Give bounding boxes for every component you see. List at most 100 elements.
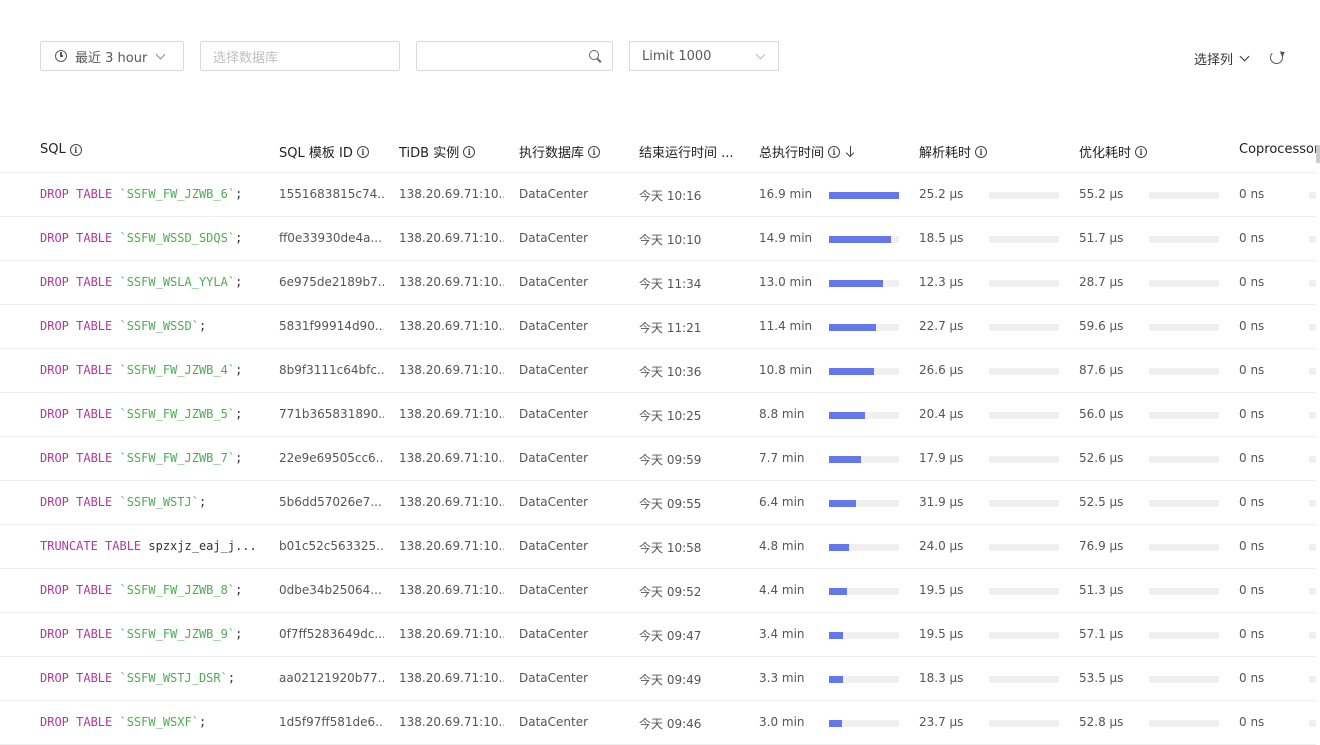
table-row[interactable]: DROP TABLE `SSFW_FW_JZWB_5`; 771b36583189… (0, 393, 1316, 437)
info-icon[interactable] (588, 145, 601, 158)
table-row[interactable]: DROP TABLE `SSFW_WSSD`; 5831f99914d90... 1… (0, 305, 1316, 349)
sql-terminator: ; (235, 583, 243, 597)
time-range-picker[interactable]: 最近 3 hour (40, 41, 184, 71)
sql-text[interactable]: DROP TABLE `SSFW_WSXF`; (40, 715, 265, 729)
end-time-cell: 今天 11:21 (639, 321, 702, 335)
total-time-cell: 16.9 min (759, 187, 813, 201)
sql-keyword: DROP TABLE (40, 319, 120, 333)
sql-table-name: `SSFW_WSSD_SDQS` (119, 231, 236, 245)
sql-text[interactable]: DROP TABLE `SSFW_WSTJ_DSR`; (40, 671, 265, 685)
digest-cell: 0f7ff5283649dc... (279, 627, 384, 641)
optimize-time-cell: 87.6 μs (1079, 363, 1124, 377)
digest-cell: 0dbe34b25064... (279, 583, 382, 597)
scrollbar[interactable] (1316, 145, 1320, 163)
coprocessor-bar (1309, 588, 1316, 595)
parse-time-cell: 18.3 μs (919, 671, 964, 685)
coprocessor-bar (1309, 368, 1316, 375)
column-header-parse-time[interactable]: 解析耗时 (919, 142, 988, 161)
sql-text[interactable]: DROP TABLE `SSFW_FW_JZWB_5`; (40, 407, 265, 421)
column-header-total-time[interactable]: 总执行时间 (759, 142, 854, 161)
search-input[interactable] (416, 41, 613, 71)
end-time-cell: 今天 10:10 (639, 233, 702, 247)
parse-time-bar (989, 412, 1059, 419)
table-row[interactable]: DROP TABLE `SSFW_WSSD_SDQS`; ff0e33930de4… (0, 217, 1316, 261)
parse-time-bar (989, 192, 1059, 199)
sql-text[interactable]: DROP TABLE `SSFW_FW_JZWB_6`; (40, 187, 265, 201)
table-row[interactable]: DROP TABLE `SSFW_WSTJ`; 5b6dd57026e7... 13… (0, 481, 1316, 525)
info-icon[interactable] (356, 145, 369, 158)
table-row[interactable]: DROP TABLE `SSFW_FW_JZWB_8`; 0dbe34b25064… (0, 569, 1316, 613)
column-header-end-time[interactable]: 结束运行时间 ... (639, 142, 749, 161)
column-header-instance[interactable]: TiDB 实例 (399, 142, 476, 161)
table-header: SQL SQL 模板 ID TiDB 实例 执行数据库 结束运行时间 ... 总… (0, 128, 1316, 173)
table-row[interactable]: DROP TABLE `SSFW_WSXF`; 1d5f97ff581de6...… (0, 701, 1316, 745)
sql-text[interactable]: DROP TABLE `SSFW_FW_JZWB_4`; (40, 363, 265, 377)
total-time-cell: 13.0 min (759, 275, 813, 289)
table-body: DROP TABLE `SSFW_FW_JZWB_6`; 1551683815c7… (0, 173, 1316, 745)
sql-terminator: ; (235, 363, 243, 377)
info-icon[interactable] (69, 143, 82, 156)
total-time-bar (829, 368, 899, 375)
sql-text[interactable]: DROP TABLE `SSFW_WSSD_SDQS`; (40, 231, 265, 245)
total-time-cell: 3.4 min (759, 627, 805, 641)
column-header-digest[interactable]: SQL 模板 ID (279, 142, 369, 161)
total-time-bar-fill (829, 544, 849, 551)
sql-table-name: `SSFW_FW_JZWB_7` (119, 451, 236, 465)
info-icon[interactable] (1135, 145, 1148, 158)
info-icon[interactable] (828, 145, 841, 158)
select-columns-button[interactable]: 选择列 (1194, 48, 1250, 68)
column-header-coprocessor[interactable]: Coprocessor (1239, 142, 1316, 157)
total-time-bar (829, 280, 899, 287)
parse-time-cell: 17.9 μs (919, 451, 964, 465)
table-row[interactable]: DROP TABLE `SSFW_FW_JZWB_4`; 8b9f3111c64b… (0, 349, 1316, 393)
parse-time-bar (989, 280, 1059, 287)
refresh-icon[interactable] (1270, 51, 1283, 64)
total-time-bar (829, 456, 899, 463)
parse-time-bar (989, 456, 1059, 463)
sql-text[interactable]: DROP TABLE `SSFW_FW_JZWB_9`; (40, 627, 265, 641)
database-select[interactable]: 选择数据库 (200, 41, 400, 71)
sql-text[interactable]: DROP TABLE `SSFW_WSSD`; (40, 319, 265, 333)
digest-cell: 8b9f3111c64bfc... (279, 363, 384, 377)
table-row[interactable]: DROP TABLE `SSFW_FW_JZWB_7`; 22e9e69505cc… (0, 437, 1316, 481)
end-time-cell: 今天 09:52 (639, 585, 702, 599)
instance-cell: 138.20.69.71:10... (399, 627, 504, 641)
table-row[interactable]: DROP TABLE `SSFW_WSTJ_DSR`; aa02121920b77… (0, 657, 1316, 701)
coprocessor-cell: 0 ns (1239, 715, 1265, 729)
sql-text[interactable]: DROP TABLE `SSFW_WSLA_YYLA`; (40, 275, 265, 289)
table-row[interactable]: TRUNCATE TABLE spzxjz_eaj_j... b01c52c563… (0, 525, 1316, 569)
sql-text[interactable]: DROP TABLE `SSFW_FW_JZWB_8`; (40, 583, 265, 597)
sql-keyword: DROP TABLE (40, 407, 120, 421)
coprocessor-bar (1309, 456, 1316, 463)
end-time-cell: 今天 09:47 (639, 629, 702, 643)
optimize-time-cell: 57.1 μs (1079, 627, 1124, 641)
optimize-time-bar (1149, 192, 1219, 199)
sort-descending-icon[interactable] (846, 146, 854, 157)
parse-time-bar (989, 500, 1059, 507)
column-header-database[interactable]: 执行数据库 (519, 142, 601, 161)
instance-cell: 138.20.69.71:10... (399, 187, 504, 201)
sql-text[interactable]: DROP TABLE `SSFW_FW_JZWB_7`; (40, 451, 265, 465)
info-icon[interactable] (463, 145, 476, 158)
sql-table-name: `SSFW_FW_JZWB_9` (119, 627, 236, 641)
table-row[interactable]: DROP TABLE `SSFW_FW_JZWB_9`; 0f7ff5283649… (0, 613, 1316, 657)
total-time-bar (829, 544, 899, 551)
total-time-bar-fill (829, 500, 856, 507)
table-row[interactable]: DROP TABLE `SSFW_WSLA_YYLA`; 6e975de2189b… (0, 261, 1316, 305)
limit-select[interactable]: Limit 1000 (629, 41, 779, 71)
sql-table-name: `SSFW_WSTJ_DSR` (119, 671, 228, 685)
coprocessor-cell: 0 ns (1239, 583, 1265, 597)
column-header-optimize-time[interactable]: 优化耗时 (1079, 142, 1148, 161)
sql-text[interactable]: DROP TABLE `SSFW_WSTJ`; (40, 495, 265, 509)
sql-keyword: DROP TABLE (40, 627, 120, 641)
optimize-time-bar (1149, 280, 1219, 287)
parse-time-cell: 23.7 μs (919, 715, 964, 729)
table-row[interactable]: DROP TABLE `SSFW_FW_JZWB_6`; 1551683815c7… (0, 173, 1316, 217)
sql-text[interactable]: TRUNCATE TABLE spzxjz_eaj_j... (40, 539, 265, 553)
total-time-bar-fill (829, 368, 874, 375)
coprocessor-cell: 0 ns (1239, 231, 1265, 245)
column-header-sql[interactable]: SQL (40, 142, 82, 157)
end-time-cell: 今天 09:59 (639, 453, 702, 467)
search-icon[interactable] (589, 50, 600, 61)
info-icon[interactable] (975, 145, 988, 158)
